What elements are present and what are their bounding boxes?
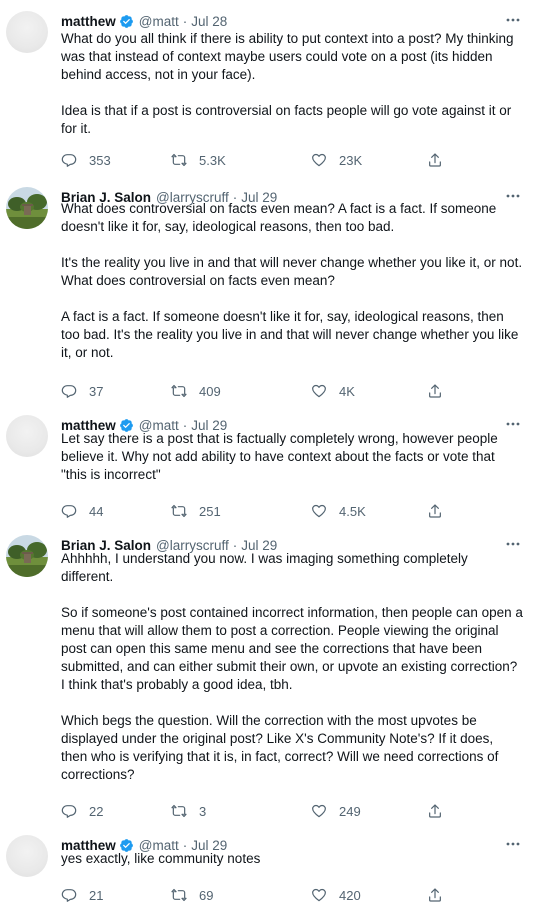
tweet-paragraph: What do you all think if there is abilit… [61,31,514,82]
share-icon [429,384,441,398]
tweet-paragraph: Ahhhhh, I understand you now. I was imag… [61,551,468,584]
tweet-text: yes exactly, like community notes [61,850,523,868]
reply-button[interactable]: 21 [61,886,103,904]
avatar[interactable] [6,187,48,229]
repost-count: 69 [199,887,214,903]
heart-icon [312,153,326,167]
action-bar: 353 5.3K 23K [61,151,461,169]
repost-button[interactable]: 5.3K [171,151,226,169]
like-button[interactable]: 23K [311,151,362,169]
reply-count: 21 [89,887,104,903]
heart-icon [312,384,326,398]
author-handle[interactable]: @matt [139,14,179,29]
author-name[interactable]: matthew [61,14,116,29]
reply-button[interactable]: 22 [61,802,103,820]
action-bar: 37 409 4K [61,382,461,400]
tweet-header: matthew @matt · Jul 28 [61,11,227,31]
like-count: 249 [339,803,361,819]
avatar[interactable] [6,535,48,577]
more-icon[interactable] [505,537,521,551]
tweet-paragraph: Idea is that if a post is controversial … [61,103,512,136]
like-count: 23K [339,152,363,168]
share-button[interactable] [427,802,443,820]
repost-count: 409 [199,383,221,399]
repost-icon [171,153,187,167]
avatar[interactable] [6,835,48,877]
reply-icon [61,154,77,167]
reply-icon [61,805,77,818]
tweet-text: What do you all think if there is abilit… [61,30,523,138]
reply-button[interactable]: 44 [61,502,103,520]
more-icon[interactable] [505,13,521,27]
share-button[interactable] [427,382,443,400]
tweet-paragraph: yes exactly, like community notes [61,851,261,866]
heart-icon [312,888,326,902]
like-count: 4.5K [339,503,366,519]
tweet-text: Ahhhhh, I understand you now. I was imag… [61,550,523,784]
repost-button[interactable]: 69 [171,886,213,904]
reply-icon [61,889,77,902]
more-icon[interactable] [505,417,521,431]
tweet-paragraph: What does controversial on facts even me… [61,201,497,234]
reply-count: 44 [89,503,104,519]
reply-count: 353 [89,152,111,168]
repost-icon [171,504,187,518]
action-bar: 21 69 420 [61,886,461,904]
like-button[interactable]: 4.5K [311,502,366,520]
like-count: 4K [339,383,355,399]
like-button[interactable]: 420 [311,886,361,904]
action-bar: 22 3 249 [61,802,461,820]
reply-icon [61,385,77,398]
reply-button[interactable]: 353 [61,151,111,169]
repost-count: 251 [199,503,221,519]
tweet-paragraph: Which begs the question. Will the correc… [61,713,499,782]
tweet-paragraph: It's the reality you live in and that wi… [61,255,523,288]
separator-dot: · [182,13,188,29]
share-icon [429,153,441,167]
repost-count: 5.3K [199,152,226,168]
heart-icon [312,804,326,818]
share-icon [429,888,441,902]
share-icon [429,504,441,518]
tweet-text: What does controversial on facts even me… [61,200,523,362]
avatar[interactable] [6,11,48,53]
share-button[interactable] [427,151,443,169]
repost-button[interactable]: 251 [171,502,221,520]
post-date[interactable]: Jul 28 [191,14,227,29]
repost-button[interactable]: 409 [171,382,221,400]
repost-count: 3 [199,803,207,819]
reply-count: 37 [89,383,104,399]
avatar[interactable] [6,415,48,457]
like-button[interactable]: 249 [311,802,361,820]
reply-icon [61,505,77,518]
reply-button[interactable]: 37 [61,382,103,400]
share-icon [429,804,441,818]
repost-icon [171,804,187,818]
tweet-paragraph: A fact is a fact. If someone doesn't lik… [61,309,519,360]
repost-icon [171,888,187,902]
like-button[interactable]: 4K [311,382,355,400]
tweet-paragraph: Let say there is a post that is factuall… [61,431,498,482]
share-button[interactable] [427,502,443,520]
more-icon[interactable] [505,837,521,851]
tweet-paragraph: So if someone's post contained incorrect… [61,605,523,692]
reply-count: 22 [89,803,104,819]
share-button[interactable] [427,886,443,904]
repost-button[interactable]: 3 [171,802,206,820]
like-count: 420 [339,887,361,903]
heart-icon [312,504,326,518]
action-bar: 44 251 4.5K [61,502,461,520]
verified-badge-icon [119,14,133,28]
tweet-text: Let say there is a post that is factuall… [61,430,523,484]
repost-icon [171,384,187,398]
